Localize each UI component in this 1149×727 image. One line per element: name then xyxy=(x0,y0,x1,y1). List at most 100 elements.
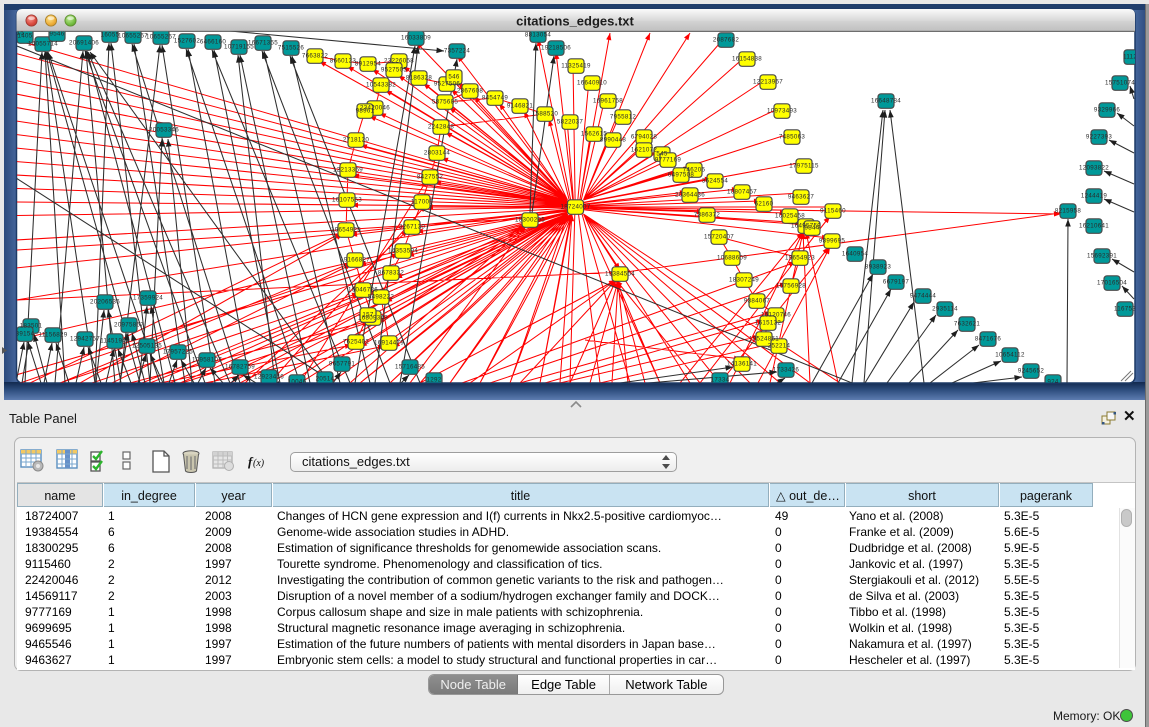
svg-text:11451944: 11451944 xyxy=(100,338,130,345)
svg-text:1527602: 1527602 xyxy=(174,38,200,45)
svg-text:8215958: 8215958 xyxy=(1055,208,1081,215)
svg-text:10046786: 10046786 xyxy=(348,287,378,294)
svg-text:62160: 62160 xyxy=(755,201,774,208)
svg-text:1292: 1292 xyxy=(427,377,442,384)
svg-text:17334: 17334 xyxy=(711,377,730,384)
svg-text:8813054: 8813054 xyxy=(525,32,551,39)
svg-text:12213369: 12213369 xyxy=(333,167,363,174)
svg-text:9245652: 9245652 xyxy=(1018,368,1044,375)
svg-text:157: 157 xyxy=(362,312,373,319)
svg-text:16210641: 16210641 xyxy=(1079,223,1109,230)
svg-text:19166827: 19166827 xyxy=(340,257,370,264)
svg-text:16961758: 16961758 xyxy=(593,98,623,105)
svg-text:14055714: 14055714 xyxy=(28,41,58,48)
svg-text:8938923: 8938923 xyxy=(865,264,891,271)
svg-text:16914479: 16914479 xyxy=(374,340,404,347)
svg-text:1405: 1405 xyxy=(18,33,33,40)
svg-text:11325419: 11325419 xyxy=(561,63,591,70)
svg-text:183501: 183501 xyxy=(20,323,43,330)
svg-text:7357224: 7357224 xyxy=(444,48,470,55)
svg-text:9844: 9844 xyxy=(805,225,820,232)
svg-text:10655267: 10655267 xyxy=(118,33,148,40)
svg-text:19654925: 19654925 xyxy=(331,227,361,234)
svg-text:8912954: 8912954 xyxy=(355,61,381,68)
svg-text:19384554: 19384554 xyxy=(605,271,635,278)
svg-text:98961: 98961 xyxy=(356,108,375,115)
svg-text:16671355: 16671355 xyxy=(248,40,278,47)
svg-text:(x): (x) xyxy=(253,458,265,469)
svg-text:20364436: 20364436 xyxy=(675,192,705,199)
svg-text:1244419: 1244419 xyxy=(1081,193,1107,200)
svg-text:1640954: 1640954 xyxy=(842,251,868,258)
svg-text:9474444: 9474444 xyxy=(910,293,936,300)
svg-text:9115460: 9115460 xyxy=(820,208,846,215)
svg-text:20975867: 20975867 xyxy=(114,322,144,329)
svg-text:7485063: 7485063 xyxy=(779,134,805,141)
svg-text:15720407: 15720407 xyxy=(704,234,734,241)
svg-text:17975115: 17975115 xyxy=(789,163,819,170)
svg-text:11156829: 11156829 xyxy=(38,332,67,339)
svg-text:17359924: 17359924 xyxy=(133,295,163,302)
svg-text:17016504: 17016504 xyxy=(1097,280,1127,287)
svg-text:9329966: 9329966 xyxy=(1094,107,1120,114)
svg-text:6497508: 6497508 xyxy=(668,172,694,179)
svg-text:16640910: 16640910 xyxy=(577,80,607,87)
svg-text:16154838: 16154838 xyxy=(732,56,762,63)
svg-text:8454749: 8454749 xyxy=(482,95,508,102)
svg-text:8186328: 8186328 xyxy=(406,75,432,82)
svg-text:9899695: 9899695 xyxy=(819,238,845,245)
svg-text:12505135: 12505135 xyxy=(132,343,162,350)
svg-text:10025458: 10025458 xyxy=(775,213,805,220)
svg-text:7625402: 7625402 xyxy=(343,339,369,346)
svg-text:10688609: 10688609 xyxy=(717,255,747,262)
svg-text:19218506: 19218506 xyxy=(541,45,571,52)
svg-text:8660123: 8660123 xyxy=(330,58,356,65)
svg-text:16120746: 16120746 xyxy=(761,312,791,319)
svg-text:5822037: 5822037 xyxy=(557,119,583,126)
svg-text:546: 546 xyxy=(448,74,459,81)
svg-text:9463627: 9463627 xyxy=(788,194,814,201)
svg-text:5498222: 5498222 xyxy=(368,294,394,301)
svg-text:20514: 20514 xyxy=(316,376,335,383)
svg-text:7515526: 7515526 xyxy=(278,45,304,52)
svg-text:9527505: 9527505 xyxy=(381,67,407,74)
svg-text:16648784: 16648784 xyxy=(871,98,901,105)
svg-text:18724007: 18724007 xyxy=(561,204,591,211)
svg-text:8990448: 8990448 xyxy=(600,137,626,144)
svg-text:7955812: 7955812 xyxy=(610,114,636,121)
svg-text:6679197: 6679197 xyxy=(883,279,909,286)
svg-text:3624554: 3624554 xyxy=(702,178,728,185)
svg-text:9146821: 9146821 xyxy=(507,103,533,110)
svg-text:16782759: 16782759 xyxy=(225,364,255,371)
svg-text:6794028: 6794028 xyxy=(631,134,657,141)
svg-text:15716485: 15716485 xyxy=(395,364,425,371)
svg-text:8678332: 8678332 xyxy=(378,270,404,277)
svg-text:7663822: 7663822 xyxy=(302,53,328,60)
svg-text:9527506: 9527506 xyxy=(434,81,460,88)
svg-text:20691406: 20691406 xyxy=(69,40,99,47)
svg-text:14136141: 14136141 xyxy=(727,361,757,368)
svg-text:12213967: 12213967 xyxy=(753,79,783,86)
svg-text:10958107: 10958107 xyxy=(192,357,222,364)
svg-text:10973493: 10973493 xyxy=(767,108,797,115)
svg-text:9777169: 9777169 xyxy=(655,157,681,164)
svg-text:12942757: 12942757 xyxy=(70,336,100,343)
svg-text:8471676: 8471676 xyxy=(975,336,1001,343)
svg-text:12093822: 12093822 xyxy=(1079,165,1109,172)
svg-text:2803144: 2803144 xyxy=(424,150,450,157)
svg-text:16756928: 16756928 xyxy=(776,283,806,290)
svg-text:9546: 9546 xyxy=(50,31,65,38)
svg-text:9384067: 9384067 xyxy=(744,298,770,305)
svg-text:1621072: 1621072 xyxy=(631,147,657,154)
svg-text:15692391: 15692391 xyxy=(1087,253,1117,260)
svg-text:20053346: 20053346 xyxy=(149,127,179,134)
svg-text:3267130: 3267130 xyxy=(399,224,425,231)
svg-text:10654112: 10654112 xyxy=(995,352,1025,359)
svg-text:10543382: 10543382 xyxy=(366,82,396,89)
svg-text:252214: 252214 xyxy=(768,343,791,350)
svg-text:16033809: 16033809 xyxy=(401,35,431,42)
svg-text:15751074: 15751074 xyxy=(1105,80,1135,87)
svg-text:9227393: 9227393 xyxy=(1086,134,1112,141)
svg-text:12923446: 12923446 xyxy=(254,374,284,381)
svg-text:8427552: 8427552 xyxy=(417,174,443,181)
